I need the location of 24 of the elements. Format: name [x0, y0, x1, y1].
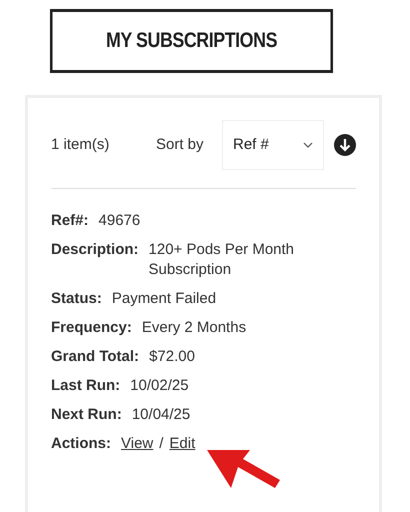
- page-title: MY SUBSCRIPTIONS: [50, 9, 334, 73]
- sort-direction-icon[interactable]: [334, 134, 356, 156]
- field-value: $72.00: [149, 347, 196, 367]
- field-label: Status:: [51, 289, 102, 309]
- sort-label: Sort by: [156, 134, 205, 155]
- sort-select[interactable]: Ref #: [222, 120, 324, 170]
- chevron-down-icon: [303, 142, 313, 148]
- field-label: Ref#:: [51, 211, 89, 231]
- field-label: Description:: [51, 240, 139, 260]
- field-label: Frequency:: [51, 318, 132, 338]
- field-value: 10/04/25: [132, 405, 192, 425]
- field-value: 10/02/25: [130, 376, 190, 396]
- view-link[interactable]: View: [121, 434, 154, 454]
- field-label: Last Run:: [51, 376, 120, 396]
- separator: /: [159, 434, 164, 454]
- item-count: 1 item(s): [51, 134, 110, 155]
- field-value: 49676: [98, 211, 142, 231]
- edit-link[interactable]: Edit: [169, 434, 196, 454]
- field-value: Every 2 Months: [142, 318, 248, 338]
- field-label: Grand Total:: [51, 347, 140, 367]
- field-label: Actions:: [51, 434, 111, 454]
- field-value: 120+ Pods Per Month Subscription: [148, 240, 296, 280]
- field-label: Next Run:: [51, 405, 122, 425]
- field-value: Payment Failed: [112, 289, 218, 309]
